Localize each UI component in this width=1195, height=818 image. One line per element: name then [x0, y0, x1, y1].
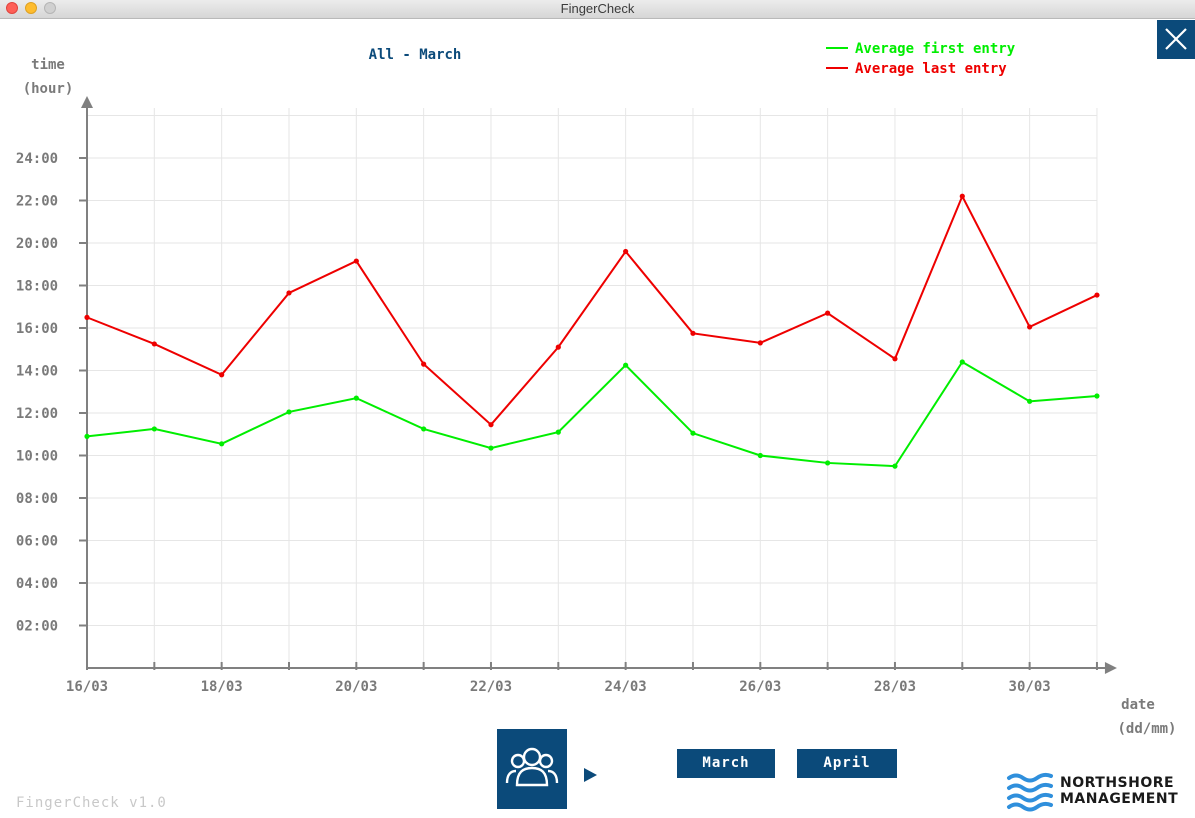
data-point [84, 433, 90, 439]
y-tick-label: 18:00 [16, 279, 58, 295]
data-point [959, 359, 965, 365]
march-button[interactable]: March [677, 749, 775, 778]
y-tick-label: 04:00 [16, 576, 58, 592]
data-point [151, 426, 157, 432]
data-point [151, 341, 157, 347]
data-point [555, 344, 561, 350]
company-logo: NORTHSHORE MANAGEMENT [1006, 772, 1191, 812]
data-point [84, 314, 90, 320]
people-button[interactable] [497, 729, 567, 809]
x-tick-label: 22/03 [470, 679, 512, 695]
x-tick-label: 18/03 [201, 679, 243, 695]
y-tick-label: 22:00 [16, 194, 58, 210]
y-tick-label: 02:00 [16, 619, 58, 635]
data-point [1027, 398, 1033, 404]
y-tick-label: 16:00 [16, 321, 58, 337]
data-point [353, 258, 359, 264]
x-tick-label: 26/03 [739, 679, 781, 695]
y-tick-label: 24:00 [16, 151, 58, 167]
logo-line1: NORTHSHORE [1060, 775, 1175, 791]
data-point [286, 290, 292, 296]
y-axis-arrow [81, 96, 93, 108]
data-point [1027, 324, 1033, 330]
chart-title: All - March [369, 47, 462, 63]
data-point [690, 430, 696, 436]
y-axis-label: time [31, 57, 65, 73]
data-point [623, 362, 629, 368]
play-arrow-icon[interactable] [584, 768, 597, 782]
x-axis-unit: (dd/mm) [1117, 721, 1176, 737]
data-point [555, 429, 561, 435]
waves-logo-icon [1007, 772, 1053, 812]
data-point [1094, 292, 1100, 298]
y-axis-unit: (hour) [23, 81, 74, 97]
data-point [690, 330, 696, 336]
window-title: FingerCheck [560, 1, 635, 16]
logo-line2: MANAGEMENT [1060, 791, 1179, 807]
data-point [488, 445, 494, 451]
y-tick-label: 08:00 [16, 491, 58, 507]
people-group-icon [505, 747, 559, 787]
data-point [757, 452, 763, 459]
april-button[interactable]: April [797, 749, 897, 778]
data-point [421, 361, 427, 367]
data-point [219, 372, 225, 378]
x-axis-arrow [1104, 662, 1117, 674]
y-tick-label: 06:00 [16, 534, 58, 550]
data-point [892, 463, 898, 469]
data-point [219, 441, 225, 447]
line-chart: 02:00 04:00 06:00 08:00 10:00 12:00 14:00 16:00… [16, 41, 1177, 737]
legend-entry: Average first entry [855, 41, 1016, 57]
data-point [353, 395, 359, 401]
data-point [286, 409, 292, 415]
series-line [86, 193, 1098, 427]
data-point [825, 460, 831, 466]
y-tick-label: 12:00 [16, 406, 58, 422]
data-point [488, 422, 494, 428]
version-label: FingerCheck v1.0 [16, 795, 167, 811]
x-tick-label: 30/03 [1009, 679, 1051, 695]
data-point [825, 310, 831, 316]
y-tick-label: 10:00 [16, 449, 58, 465]
x-tick-label: 20/03 [335, 679, 377, 695]
data-point [959, 193, 965, 199]
data-point [757, 340, 763, 346]
data-point [892, 356, 898, 362]
y-tick-label: 20:00 [16, 236, 58, 252]
y-tick-label: 14:00 [16, 364, 58, 380]
x-tick-label: 28/03 [874, 679, 916, 695]
x-tick-label: 16/03 [66, 679, 108, 695]
window-titlebar: FingerCheck [0, 0, 1195, 19]
x-tick-label: 24/03 [605, 679, 647, 695]
data-point [421, 426, 427, 432]
series-line [86, 360, 1098, 468]
data-point [1094, 393, 1100, 399]
x-axis-label: date [1121, 697, 1155, 713]
legend-entry: Average last entry [855, 61, 1007, 77]
data-point [623, 248, 629, 255]
